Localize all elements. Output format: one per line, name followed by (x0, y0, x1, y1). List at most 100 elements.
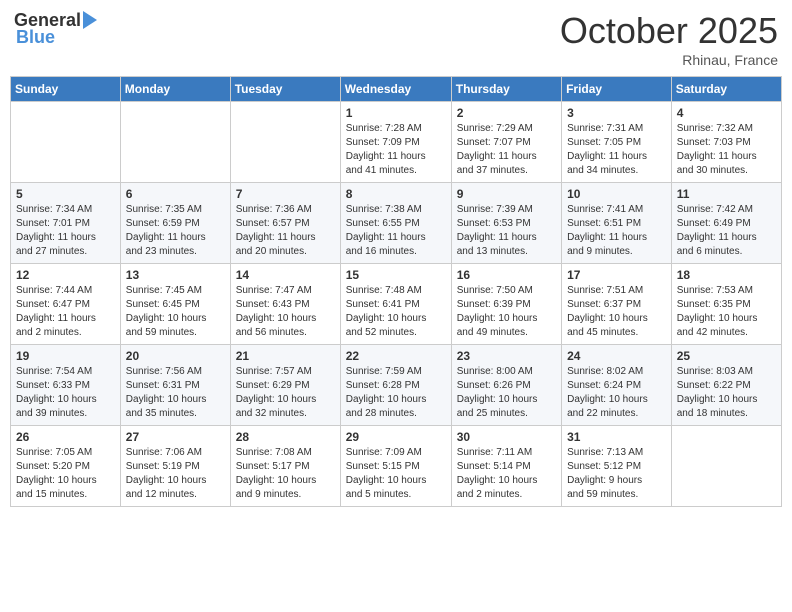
day-info: Sunrise: 7:56 AMSunset: 6:31 PMDaylight:… (126, 365, 225, 421)
day-info: Sunrise: 7:57 AMSunset: 6:29 PMDaylight:… (236, 365, 335, 421)
day-number: 7 (236, 187, 335, 201)
weekday-header-thursday: Thursday (451, 77, 561, 102)
day-info: Sunrise: 7:09 AMSunset: 5:15 PMDaylight:… (346, 446, 446, 502)
day-info: Sunrise: 7:34 AMSunset: 7:01 PMDaylight:… (16, 203, 115, 259)
calendar-cell: 15 Sunrise: 7:48 AMSunset: 6:41 PMDayligh… (340, 264, 451, 345)
day-number: 8 (346, 187, 446, 201)
calendar-cell: 2 Sunrise: 7:29 AMSunset: 7:07 PMDaylight… (451, 102, 561, 183)
weekday-header-row: SundayMondayTuesdayWednesdayThursdayFrid… (11, 77, 782, 102)
day-number: 21 (236, 349, 335, 363)
week-row-4: 19Sunrise: 7:54 AMSunset: 6:33 PMDayligh… (11, 345, 782, 426)
day-info: Sunrise: 7:39 AMSunset: 6:53 PMDaylight:… (457, 203, 556, 259)
calendar-cell: 26 Sunrise: 7:05 AMSunset: 5:20 PMDayligh… (11, 426, 121, 507)
calendar-cell: 18 Sunrise: 7:53 AMSunset: 6:35 PMDayligh… (671, 264, 781, 345)
calendar-cell: 30Sunrise: 7:11 AMSunset: 5:14 PMDayligh… (451, 426, 561, 507)
calendar-cell: 14 Sunrise: 7:47 AMSunset: 6:43 PMDayligh… (230, 264, 340, 345)
day-number: 26 (16, 430, 115, 444)
day-number: 17 (567, 268, 666, 282)
weekday-header-friday: Friday (562, 77, 672, 102)
calendar-cell: 13Sunrise: 7:45 AMSunset: 6:45 PMDayligh… (120, 264, 230, 345)
calendar-cell: 5 Sunrise: 7:34 AMSunset: 7:01 PMDaylight… (11, 183, 121, 264)
day-info: Sunrise: 7:32 AMSunset: 7:03 PMDaylight:… (677, 122, 776, 178)
day-number: 15 (346, 268, 446, 282)
calendar-cell (11, 102, 121, 183)
day-number: 23 (457, 349, 556, 363)
location-text: Rhinau, France (560, 52, 778, 68)
day-number: 28 (236, 430, 335, 444)
day-number: 9 (457, 187, 556, 201)
calendar-cell: 23Sunrise: 8:00 AMSunset: 6:26 PMDayligh… (451, 345, 561, 426)
day-info: Sunrise: 8:02 AMSunset: 6:24 PMDaylight:… (567, 365, 666, 421)
calendar-cell: 16 Sunrise: 7:50 AMSunset: 6:39 PMDayligh… (451, 264, 561, 345)
day-number: 5 (16, 187, 115, 201)
week-row-1: 1 Sunrise: 7:28 AMSunset: 7:09 PMDaylight… (11, 102, 782, 183)
day-info: Sunrise: 7:50 AMSunset: 6:39 PMDaylight:… (457, 284, 556, 340)
day-number: 27 (126, 430, 225, 444)
week-row-3: 12Sunrise: 7:44 AMSunset: 6:47 PMDayligh… (11, 264, 782, 345)
day-info: Sunrise: 7:47 AMSunset: 6:43 PMDaylight:… (236, 284, 335, 340)
calendar-cell: 7 Sunrise: 7:36 AMSunset: 6:57 PMDaylight… (230, 183, 340, 264)
day-info: Sunrise: 7:54 AMSunset: 6:33 PMDaylight:… (16, 365, 115, 421)
calendar-cell: 9 Sunrise: 7:39 AMSunset: 6:53 PMDaylight… (451, 183, 561, 264)
day-info: Sunrise: 7:13 AMSunset: 5:12 PMDaylight:… (567, 446, 666, 502)
page-header: General Blue October 2025 Rhinau, France (10, 10, 782, 68)
calendar-cell (671, 426, 781, 507)
day-info: Sunrise: 7:29 AMSunset: 7:07 PMDaylight:… (457, 122, 556, 178)
calendar-cell: 4 Sunrise: 7:32 AMSunset: 7:03 PMDaylight… (671, 102, 781, 183)
day-info: Sunrise: 7:35 AMSunset: 6:59 PMDaylight:… (126, 203, 225, 259)
day-number: 4 (677, 106, 776, 120)
calendar-cell: 29 Sunrise: 7:09 AMSunset: 5:15 PMDayligh… (340, 426, 451, 507)
day-number: 25 (677, 349, 776, 363)
week-row-2: 5 Sunrise: 7:34 AMSunset: 7:01 PMDaylight… (11, 183, 782, 264)
title-section: October 2025 Rhinau, France (560, 10, 778, 68)
day-info: Sunrise: 7:05 AMSunset: 5:20 PMDaylight:… (16, 446, 115, 502)
calendar-cell: 3Sunrise: 7:31 AMSunset: 7:05 PMDaylight… (562, 102, 672, 183)
calendar-cell: 31 Sunrise: 7:13 AMSunset: 5:12 PMDayligh… (562, 426, 672, 507)
calendar-table: SundayMondayTuesdayWednesdayThursdayFrid… (10, 76, 782, 507)
day-info: Sunrise: 7:51 AMSunset: 6:37 PMDaylight:… (567, 284, 666, 340)
day-info: Sunrise: 7:45 AMSunset: 6:45 PMDaylight:… (126, 284, 225, 340)
calendar-cell: 27 Sunrise: 7:06 AMSunset: 5:19 PMDayligh… (120, 426, 230, 507)
weekday-header-saturday: Saturday (671, 77, 781, 102)
calendar-cell: 22Sunrise: 7:59 AMSunset: 6:28 PMDayligh… (340, 345, 451, 426)
day-number: 2 (457, 106, 556, 120)
day-info: Sunrise: 7:48 AMSunset: 6:41 PMDaylight:… (346, 284, 446, 340)
calendar-cell: 25 Sunrise: 8:03 AMSunset: 6:22 PMDayligh… (671, 345, 781, 426)
weekday-header-tuesday: Tuesday (230, 77, 340, 102)
day-info: Sunrise: 7:36 AMSunset: 6:57 PMDaylight:… (236, 203, 335, 259)
day-info: Sunrise: 7:59 AMSunset: 6:28 PMDaylight:… (346, 365, 446, 421)
calendar-cell: 1 Sunrise: 7:28 AMSunset: 7:09 PMDaylight… (340, 102, 451, 183)
day-number: 1 (346, 106, 446, 120)
day-info: Sunrise: 8:03 AMSunset: 6:22 PMDaylight:… (677, 365, 776, 421)
weekday-header-wednesday: Wednesday (340, 77, 451, 102)
calendar-cell: 17 Sunrise: 7:51 AMSunset: 6:37 PMDayligh… (562, 264, 672, 345)
calendar-cell: 8 Sunrise: 7:38 AMSunset: 6:55 PMDaylight… (340, 183, 451, 264)
logo: General Blue (14, 10, 97, 48)
logo-blue-text: Blue (16, 27, 55, 48)
day-info: Sunrise: 7:41 AMSunset: 6:51 PMDaylight:… (567, 203, 666, 259)
day-info: Sunrise: 7:38 AMSunset: 6:55 PMDaylight:… (346, 203, 446, 259)
calendar-cell: 28 Sunrise: 7:08 AMSunset: 5:17 PMDayligh… (230, 426, 340, 507)
day-info: Sunrise: 7:28 AMSunset: 7:09 PMDaylight:… (346, 122, 446, 178)
day-info: Sunrise: 7:44 AMSunset: 6:47 PMDaylight:… (16, 284, 115, 340)
calendar-cell: 12Sunrise: 7:44 AMSunset: 6:47 PMDayligh… (11, 264, 121, 345)
day-number: 29 (346, 430, 446, 444)
calendar-cell: 21 Sunrise: 7:57 AMSunset: 6:29 PMDayligh… (230, 345, 340, 426)
day-number: 14 (236, 268, 335, 282)
day-number: 31 (567, 430, 666, 444)
calendar-cell: 24Sunrise: 8:02 AMSunset: 6:24 PMDayligh… (562, 345, 672, 426)
day-info: Sunrise: 7:08 AMSunset: 5:17 PMDaylight:… (236, 446, 335, 502)
calendar-cell (120, 102, 230, 183)
day-number: 18 (677, 268, 776, 282)
day-info: Sunrise: 7:11 AMSunset: 5:14 PMDaylight:… (457, 446, 556, 502)
calendar-cell: 10 Sunrise: 7:41 AMSunset: 6:51 PMDayligh… (562, 183, 672, 264)
calendar-cell: 20Sunrise: 7:56 AMSunset: 6:31 PMDayligh… (120, 345, 230, 426)
weekday-header-sunday: Sunday (11, 77, 121, 102)
day-number: 10 (567, 187, 666, 201)
day-info: Sunrise: 7:42 AMSunset: 6:49 PMDaylight:… (677, 203, 776, 259)
day-info: Sunrise: 7:06 AMSunset: 5:19 PMDaylight:… (126, 446, 225, 502)
day-number: 16 (457, 268, 556, 282)
day-number: 6 (126, 187, 225, 201)
day-info: Sunrise: 7:53 AMSunset: 6:35 PMDaylight:… (677, 284, 776, 340)
day-number: 3 (567, 106, 666, 120)
